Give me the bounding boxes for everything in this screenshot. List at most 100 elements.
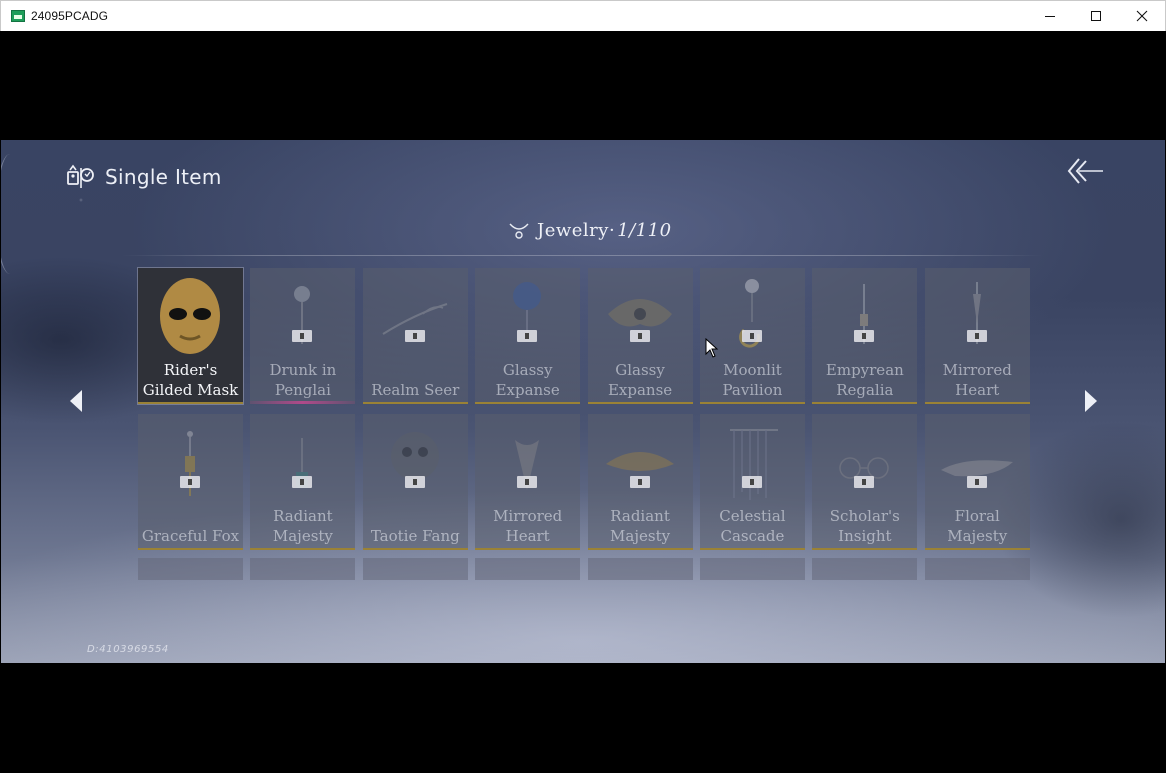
item-name-line: Pavilion bbox=[722, 381, 783, 399]
item-name-line: Glassy bbox=[502, 361, 553, 379]
item-thumbnail bbox=[940, 460, 1013, 477]
item-name-line: Radiant bbox=[273, 507, 333, 525]
item-name-line: Scholar's bbox=[829, 507, 900, 525]
item-card-partial[interactable] bbox=[812, 558, 918, 580]
item-count: 1/110 bbox=[617, 219, 672, 241]
item-card-partial[interactable] bbox=[250, 558, 356, 580]
rarity-bar bbox=[362, 548, 468, 550]
item-grid: Rider's Gilded Mask Drunk in Penglai Realm S… bbox=[137, 267, 1030, 580]
double-chevron-back-icon bbox=[1067, 158, 1103, 184]
item-card[interactable]: Graceful Fox bbox=[138, 414, 243, 550]
triangle-right-icon bbox=[1085, 390, 1097, 412]
item-card[interactable]: Scholar's Insight bbox=[812, 414, 918, 550]
item-card[interactable]: Glassy Expanse bbox=[475, 268, 581, 404]
item-card[interactable]: Mirrored Heart bbox=[924, 268, 1030, 404]
decorative-arc bbox=[1, 154, 25, 274]
item-thumbnail bbox=[390, 432, 439, 480]
item-card-partial[interactable] bbox=[475, 558, 581, 580]
item-card-partial[interactable] bbox=[138, 558, 243, 580]
item-card[interactable]: Rider's Gilded Mask bbox=[137, 267, 244, 405]
window-controls bbox=[1027, 1, 1165, 31]
lock-tag-icon bbox=[741, 476, 762, 488]
window-titlebar[interactable]: 24095PCADG bbox=[0, 0, 1166, 31]
rarity-bar bbox=[812, 402, 918, 404]
item-name-line: Penglai bbox=[274, 381, 331, 399]
item-card[interactable]: Glassy Expanse bbox=[587, 268, 693, 404]
app-icon bbox=[11, 10, 25, 22]
item-name: Mirrored Heart bbox=[475, 506, 580, 546]
maximize-icon bbox=[1091, 11, 1101, 21]
rarity-bar bbox=[812, 548, 918, 550]
item-card[interactable]: Radiant Majesty bbox=[587, 414, 693, 550]
item-thumbnail bbox=[160, 278, 220, 354]
back-button[interactable] bbox=[1065, 155, 1105, 187]
rarity-bar bbox=[138, 548, 243, 550]
lock-tag-icon bbox=[629, 330, 650, 342]
item-name: Scholar's Insight bbox=[812, 506, 917, 546]
item-card-partial[interactable] bbox=[924, 558, 1030, 580]
item-name-line: Rider's bbox=[163, 361, 218, 379]
lock-tag-icon bbox=[966, 476, 987, 488]
rarity-bar bbox=[362, 402, 468, 404]
lock-tag-icon bbox=[966, 330, 987, 342]
category-separator: · bbox=[608, 219, 616, 241]
item-name-line: Heart bbox=[955, 381, 1000, 399]
item-name: Radiant Majesty bbox=[588, 506, 693, 546]
item-card[interactable]: Realm Seer bbox=[362, 268, 468, 404]
minimize-button[interactable] bbox=[1027, 1, 1073, 31]
item-name-line: Floral bbox=[954, 507, 1000, 525]
item-card-partial[interactable] bbox=[362, 558, 468, 580]
item-thumbnail bbox=[185, 431, 195, 496]
item-name-line: Mirrored bbox=[942, 361, 1012, 379]
lock-tag-icon bbox=[404, 476, 425, 488]
rarity-bar bbox=[587, 548, 693, 550]
item-name-line: Drunk in bbox=[269, 361, 337, 379]
item-name: Glassy Expanse bbox=[588, 360, 693, 400]
item-name-line: Graceful Fox bbox=[141, 527, 240, 545]
item-name: Rider's Gilded Mask bbox=[138, 360, 243, 400]
item-thumbnail bbox=[513, 282, 542, 340]
item-name-line: Heart bbox=[505, 527, 550, 545]
item-name: Glassy Expanse bbox=[475, 360, 580, 400]
lock-tag-icon bbox=[629, 476, 650, 488]
item-name-line: Radiant bbox=[610, 507, 670, 525]
item-thumbnail bbox=[294, 286, 311, 344]
close-button[interactable] bbox=[1119, 1, 1165, 31]
page-title: Single Item bbox=[105, 165, 222, 189]
item-card[interactable]: Taotie Fang bbox=[362, 414, 468, 550]
item-name-line: Expanse bbox=[607, 381, 673, 399]
rarity-bar bbox=[138, 402, 243, 404]
item-card[interactable]: Mirrored Heart bbox=[475, 414, 581, 550]
item-name: Drunk in Penglai bbox=[250, 360, 355, 400]
rarity-bar bbox=[587, 402, 693, 404]
lock-tag-icon bbox=[292, 330, 313, 342]
item-card[interactable]: Drunk in Penglai bbox=[250, 268, 356, 404]
item-card[interactable]: Radiant Majesty bbox=[250, 414, 356, 550]
lock-tag-icon bbox=[517, 476, 538, 488]
item-card[interactable]: Floral Majesty bbox=[924, 414, 1030, 550]
item-name-line: Realm Seer bbox=[371, 381, 460, 399]
lock-tag-icon bbox=[180, 476, 200, 488]
item-name-line: Glassy bbox=[615, 361, 665, 379]
item-card[interactable]: Moonlit Pavilion bbox=[699, 268, 805, 404]
item-card-partial[interactable] bbox=[587, 558, 693, 580]
maximize-button[interactable] bbox=[1073, 1, 1119, 31]
item-name-line: Mirrored bbox=[493, 507, 563, 525]
rarity-bar bbox=[475, 402, 581, 404]
item-name: Moonlit Pavilion bbox=[700, 360, 805, 400]
next-page-button[interactable] bbox=[1083, 388, 1099, 414]
item-name-line: Celestial bbox=[719, 507, 786, 525]
item-card[interactable]: Empyrean Regalia bbox=[812, 268, 918, 404]
lock-tag-icon bbox=[854, 476, 875, 488]
necklace-icon bbox=[509, 223, 529, 239]
lock-tag-icon bbox=[404, 330, 425, 342]
item-name-line: Regalia bbox=[836, 381, 894, 399]
rarity-bar bbox=[250, 401, 356, 404]
item-name-line: Expanse bbox=[495, 381, 560, 399]
item-card[interactable]: Celestial Cascade bbox=[699, 414, 805, 550]
rarity-bar bbox=[924, 548, 1030, 550]
lock-tag-icon bbox=[741, 330, 762, 342]
item-name: Graceful Fox bbox=[138, 526, 243, 546]
item-card-partial[interactable] bbox=[699, 558, 805, 580]
prev-page-button[interactable] bbox=[68, 388, 84, 414]
